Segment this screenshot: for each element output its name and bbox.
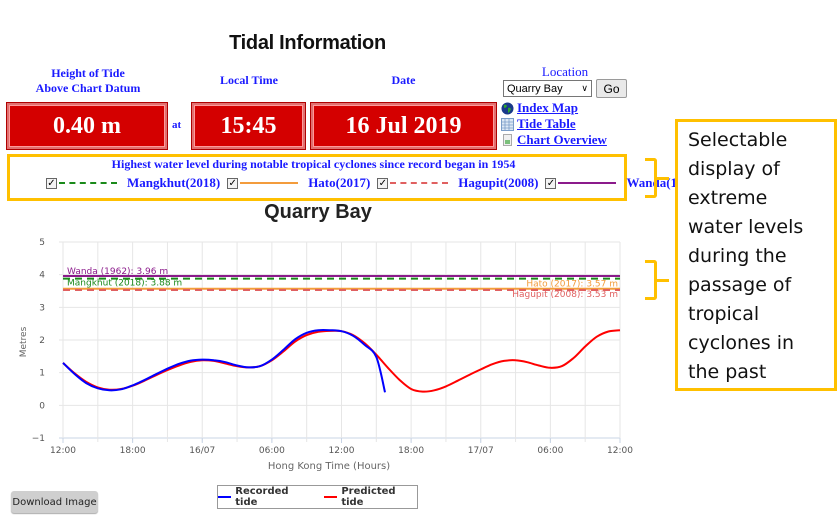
y-tick-label: 3 — [39, 303, 45, 313]
index-map-link[interactable]: Index Map — [501, 101, 607, 115]
y-axis-ticks: −1 0 1 2 3 4 5 — [32, 238, 46, 444]
tide-table-link[interactable]: Tide Table — [501, 117, 607, 131]
hato-checkbox[interactable]: ✓ — [227, 177, 239, 189]
tide-chart: −1012345 12:00 18:00 16/07 06:00 12:00 18:00 1… — [19, 238, 633, 472]
hagupit-line-sample — [390, 182, 449, 184]
chart-overview-link[interactable]: Chart Overview — [501, 133, 607, 147]
index-map-label: Index Map — [517, 100, 579, 115]
recorded-tide-line — [62, 328, 386, 393]
height-label-line1: Height of Tide — [51, 66, 125, 80]
chart-title: Quarry Bay — [264, 201, 372, 223]
download-image-button[interactable]: Download Image — [11, 491, 98, 513]
location-label: Location — [541, 64, 589, 79]
cyclone-option-hato[interactable]: ✓ Hato(2017) — [227, 175, 370, 191]
date-label: Date — [391, 73, 416, 87]
mangkhut-label: Mangkhut(2018) — [127, 175, 221, 190]
height-label-line2: Above Chart Datum — [35, 81, 141, 95]
legend-recorded[interactable]: Recorded tide — [218, 486, 310, 508]
location-selected-value: Quarry Bay — [507, 82, 563, 95]
location-select[interactable]: Quarry Bay ∨ — [503, 80, 592, 97]
annotation-line: tropical — [688, 303, 760, 325]
hagupit-checkbox[interactable]: ✓ — [377, 177, 389, 189]
annotation-callout: Selectable display of extreme water levels d… — [675, 119, 837, 391]
annotation-line: the past — [688, 361, 767, 383]
tide-height-value: 0.40 m — [53, 112, 121, 139]
at-label: at — [172, 119, 182, 131]
predicted-legend-label: Predicted tide — [341, 486, 396, 508]
annotation-bracket-top — [645, 158, 669, 198]
recorded-legend-swatch — [218, 496, 232, 498]
document-icon — [503, 133, 512, 146]
y-tick-label: 0 — [39, 401, 45, 411]
cyclone-option-hagupit[interactable]: ✓ Hagupit(2008) — [377, 175, 538, 191]
chevron-down-icon: ∨ — [581, 83, 588, 93]
x-axis-label: Hong Kong Time (Hours) — [268, 461, 390, 472]
tide-height-display: 0.40 m — [6, 102, 168, 150]
x-tick-label: 18:00 — [398, 446, 424, 456]
annotation-line: display of — [688, 158, 780, 180]
annotation-line: passage of — [688, 274, 792, 296]
annotation-line: water levels — [688, 216, 804, 238]
go-button[interactable]: Go — [596, 79, 627, 98]
date-display: 16 Jul 2019 — [310, 102, 497, 150]
annotation-line: cyclones in — [688, 332, 795, 354]
chart-legend: Recorded tide Predicted tide — [217, 485, 418, 509]
time-label: Local Time — [220, 73, 278, 87]
local-time-display: 15:45 — [191, 102, 306, 150]
cyclone-selector: ✓ Mangkhut(2018) ✓ Hato(2017) ✓ Hagupit(… — [46, 175, 708, 191]
x-tick-label: 17/07 — [468, 446, 494, 456]
local-time-value: 15:45 — [220, 112, 277, 139]
wanda-checkbox[interactable]: ✓ — [545, 177, 557, 189]
legend-predicted[interactable]: Predicted tide — [324, 486, 417, 508]
y-axis-label: Metres — [19, 326, 29, 357]
x-tick-label: 12:00 — [50, 446, 76, 456]
x-tick-label: 18:00 — [120, 446, 146, 456]
mangkhut-checkbox[interactable]: ✓ — [46, 177, 57, 189]
tide-table-label: Tide Table — [517, 116, 576, 131]
hagupit-label: Hagupit(2008) — [458, 175, 539, 190]
x-tick-label: 12:00 — [607, 446, 633, 456]
height-label: Height of Tide Above Chart Datum — [14, 66, 162, 96]
y-tick-label: 1 — [39, 369, 45, 379]
x-axis-ticks: 12:00 18:00 16/07 06:00 12:00 18:00 17/07 06:00… — [50, 438, 633, 456]
y-tick-label: 2 — [39, 336, 45, 346]
chart-overview-label: Chart Overview — [517, 132, 607, 147]
reference-label-hato: Hato (2017): 3.57 m — [526, 280, 618, 290]
x-tick-label: 06:00 — [537, 446, 563, 456]
reference-label-hagupit: Hagupit (2008): 3.53 m — [512, 290, 618, 300]
annotation-line: Selectable — [688, 129, 788, 151]
page-title: Tidal Information — [229, 32, 386, 54]
predicted-legend-swatch — [324, 496, 338, 498]
globe-icon — [501, 102, 514, 114]
annotation-bracket-bottom — [645, 260, 669, 300]
cyclone-option-mangkhut[interactable]: ✓ Mangkhut(2018) — [46, 175, 220, 191]
reference-label-wanda: Wanda (1962): 3.96 m — [67, 267, 168, 277]
wanda-line-sample — [558, 182, 617, 184]
x-tick-label: 12:00 — [329, 446, 355, 456]
date-value: 16 Jul 2019 — [345, 112, 462, 139]
table-icon — [501, 117, 514, 131]
x-tick-label: 06:00 — [259, 446, 285, 456]
cyclone-selector-title: Highest water level during notable tropi… — [111, 157, 516, 171]
annotation-line: during the — [688, 245, 787, 267]
x-tick-label: 16/07 — [189, 446, 215, 456]
annotation-line: extreme — [688, 187, 768, 209]
y-tick-label: 5 — [39, 238, 45, 248]
quick-links: Index Map Tide Table Chart Overview — [501, 101, 607, 147]
reference-label-mangkhut: Mangkhut (2018): 3.88 m — [67, 279, 182, 289]
hato-line-sample — [240, 182, 299, 184]
mangkhut-line-sample — [59, 182, 117, 184]
recorded-legend-label: Recorded tide — [235, 486, 289, 508]
y-tick-label: 4 — [39, 271, 45, 281]
y-tick-label: −1 — [32, 434, 45, 444]
hato-label: Hato(2017) — [308, 175, 371, 190]
